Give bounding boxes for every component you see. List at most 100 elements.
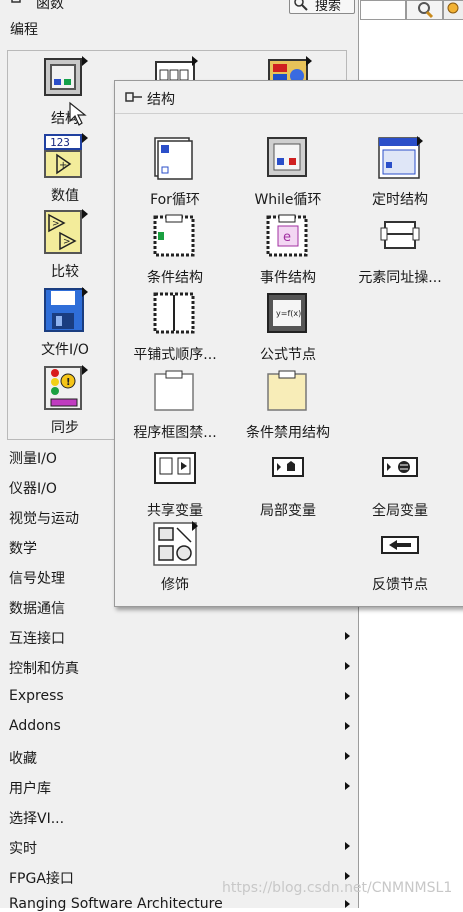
subpalette-item-label: 局部变量 <box>260 503 316 519</box>
category-item[interactable]: Express <box>9 688 64 704</box>
palette-item-label: 同步 <box>51 420 79 436</box>
subpalette-item-label: 公式节点 <box>260 347 316 363</box>
subpalette-item-label: For循环 <box>150 192 200 208</box>
subpalette-title: 结构 <box>147 92 175 108</box>
palette-item-case-structure[interactable]: 条件结构 <box>117 214 233 287</box>
palette-item-formula-node[interactable]: y=f(x) 公式节点 <box>230 291 346 364</box>
svg-text:y=f(x): y=f(x) <box>276 309 301 318</box>
structure-icon <box>42 56 88 102</box>
search-button[interactable]: 搜索 <box>289 0 355 14</box>
chevron-right-icon <box>345 842 350 850</box>
palette-item-label: 数值 <box>51 188 79 204</box>
breadcrumb: 编程 <box>10 22 38 38</box>
shared-variable-icon <box>152 447 198 493</box>
category-item[interactable]: 数学 <box>9 538 37 558</box>
svg-text:>: > <box>52 219 60 229</box>
category-item[interactable]: 信号处理 <box>9 568 65 588</box>
file-io-icon <box>42 287 88 333</box>
palette-item-conditional-disable[interactable]: 条件禁用结构 <box>230 369 346 442</box>
subpalette-item-label: 条件禁用结构 <box>246 425 330 441</box>
palette-item-event-structure[interactable]: e 事件结构 <box>230 214 346 287</box>
palette-item-label: 比较 <box>51 264 79 280</box>
background-tool-button[interactable] <box>443 0 463 20</box>
in-place-element-icon <box>377 214 423 260</box>
search-icon <box>294 0 308 11</box>
formula-node-icon: y=f(x) <box>265 291 311 337</box>
numeric-icon: 123 + <box>42 133 88 179</box>
pin-icon[interactable] <box>8 0 30 9</box>
subpalette-item-label: 修饰 <box>161 577 189 593</box>
palette-item-while-loop[interactable]: While循环 <box>230 136 346 209</box>
flat-sequence-icon <box>152 291 198 337</box>
category-item[interactable]: 控制和仿真 <box>9 658 79 678</box>
palette-item-decorations[interactable]: 修饰 <box>117 521 233 594</box>
svg-text:!: ! <box>66 377 71 388</box>
title-divider <box>115 113 463 114</box>
while-loop-icon <box>265 136 311 182</box>
diagram-disable-icon <box>152 369 198 415</box>
subpalette-item-label: 反馈节点 <box>372 577 428 593</box>
chevron-right-icon <box>345 782 350 790</box>
category-item[interactable]: Ranging Software Architecture <box>9 896 223 912</box>
synchronization-icon: ! <box>42 365 88 411</box>
svg-text:>: > <box>63 237 71 247</box>
subpalette-item-label: While循环 <box>254 192 322 208</box>
category-item[interactable]: 视觉与运动 <box>9 508 79 528</box>
subpalette-item-label: 元素同址操... <box>358 270 442 286</box>
tool-icon <box>447 2 459 14</box>
chevron-right-icon <box>345 872 350 880</box>
palette-item-synchronization[interactable]: ! 同步 <box>30 365 100 437</box>
palette-item-shared-variable[interactable]: 共享变量 <box>117 447 233 520</box>
subpalette-item-label: 定时结构 <box>372 192 428 208</box>
category-item[interactable]: 实时 <box>9 838 37 858</box>
palette-item-feedback-node[interactable]: 反馈节点 <box>342 521 458 594</box>
category-item[interactable]: Addons <box>9 718 61 734</box>
palette-item-comparison[interactable]: > > 比较 <box>30 209 100 281</box>
background-search-field[interactable] <box>360 0 406 20</box>
chevron-right-icon <box>345 722 350 730</box>
mouse-cursor-icon <box>69 101 87 126</box>
chevron-right-icon <box>345 662 350 670</box>
category-item[interactable]: 选择VI... <box>9 808 64 828</box>
subpalette-item-label: 平铺式顺序... <box>133 347 217 363</box>
case-structure-icon <box>152 214 198 260</box>
palette-item-in-place-element[interactable]: 元素同址操... <box>342 214 458 287</box>
structures-subpalette: 结构 For循环 While循环 定时结构 条件结构 e 事件结构 元素同址操.… <box>114 80 463 607</box>
palette-item-flat-sequence[interactable]: 平铺式顺序... <box>117 291 233 364</box>
for-loop-icon <box>152 136 198 182</box>
palette-item-global-variable[interactable]: 全局变量 <box>342 447 458 520</box>
palette-item-label: 文件I/O <box>41 342 89 358</box>
category-item[interactable]: 数据通信 <box>9 598 65 618</box>
category-item[interactable]: 互连接口 <box>9 628 65 648</box>
palette-item-file-io[interactable]: 文件I/O <box>30 287 100 359</box>
category-item[interactable]: 收藏 <box>9 748 37 768</box>
subpalette-item-label: 共享变量 <box>147 503 203 519</box>
palette-item-diagram-disable[interactable]: 程序框图禁... <box>117 369 233 442</box>
pin-icon[interactable] <box>123 90 145 106</box>
search-label: 搜索 <box>315 0 342 14</box>
comparison-icon: > > <box>42 209 88 255</box>
palette-item-for-loop[interactable]: For循环 <box>117 136 233 209</box>
category-item[interactable]: 仪器I/O <box>9 478 57 498</box>
watermark-text: https://blog.csdn.net/CNMNMSL1 <box>222 880 453 896</box>
svg-text:+: + <box>59 160 67 171</box>
palette-item-local-variable[interactable]: 局部变量 <box>230 447 346 520</box>
subpalette-item-label: 条件结构 <box>147 270 203 286</box>
svg-text:e: e <box>283 230 291 245</box>
decorations-icon <box>152 521 198 567</box>
subpalette-item-label: 全局变量 <box>372 503 428 519</box>
global-variable-icon <box>377 447 423 493</box>
palette-item-numeric[interactable]: 123 + 数值 <box>30 133 100 205</box>
palette-item-timed-structure[interactable]: 定时结构 <box>342 136 458 209</box>
event-structure-icon: e <box>265 214 311 260</box>
category-item[interactable]: 用户库 <box>9 778 51 798</box>
category-item[interactable]: FPGA接口 <box>9 868 74 888</box>
conditional-disable-icon <box>265 369 311 415</box>
chevron-right-icon <box>345 692 350 700</box>
category-item[interactable]: 测量I/O <box>9 448 57 468</box>
svg-text:123: 123 <box>50 136 70 149</box>
background-search-button[interactable] <box>406 0 443 20</box>
timed-structure-icon <box>377 136 423 182</box>
palette-title: 函数 <box>36 0 64 12</box>
magnifier-icon <box>418 2 434 19</box>
